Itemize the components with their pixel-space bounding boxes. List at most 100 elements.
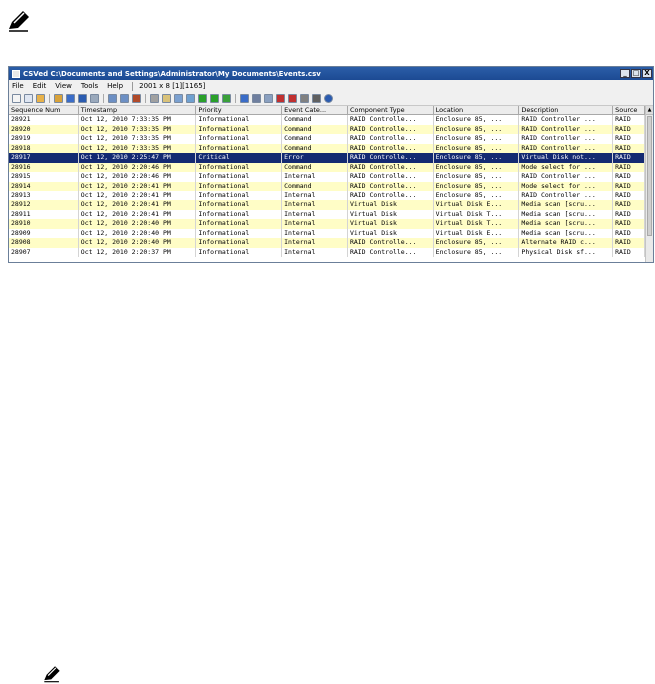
table-cell[interactable]: RAID	[613, 134, 646, 144]
table-cell[interactable]: Oct 12, 2010 2:20:40 PM	[79, 228, 197, 239]
open-icon[interactable]	[54, 94, 63, 103]
table-cell[interactable]: Internal	[282, 190, 348, 201]
maximize-button[interactable]: □	[631, 69, 641, 78]
table-cell[interactable]: 28918	[9, 143, 79, 154]
table-cell[interactable]: Informational	[196, 247, 283, 257]
menu-edit[interactable]: Edit	[33, 82, 47, 90]
column-header[interactable]: Source	[613, 106, 646, 116]
table-cell[interactable]: RAID Controller ...	[519, 143, 614, 154]
table-cell[interactable]: RAID	[613, 209, 646, 220]
scroll-thumb[interactable]	[647, 116, 652, 236]
new-file-icon[interactable]	[12, 94, 21, 103]
columns-icon[interactable]	[264, 94, 273, 103]
table-cell[interactable]: Internal	[282, 238, 348, 248]
table-cell[interactable]: Oct 12, 2010 2:20:41 PM	[79, 209, 197, 220]
table-cell[interactable]: RAID	[613, 200, 646, 210]
table-row[interactable]: 28916 Oct 12, 2010 2:20:46 PM Informationa…	[9, 162, 646, 173]
table-row[interactable]: 28908 Oct 12, 2010 2:20:40 PM Informationa…	[9, 238, 646, 248]
redo-icon[interactable]	[120, 94, 129, 103]
table-cell[interactable]: Internal	[282, 200, 348, 210]
table-cell[interactable]: Critical	[196, 153, 283, 163]
table-cell[interactable]: Command	[282, 181, 348, 191]
table-cell[interactable]: Informational	[196, 219, 283, 229]
paste-icon[interactable]	[162, 94, 171, 103]
table-cell[interactable]: Mode select for ...	[519, 162, 614, 173]
table-cell[interactable]: Oct 12, 2010 2:20:41 PM	[79, 200, 197, 210]
book-icon[interactable]	[132, 94, 141, 103]
table-cell[interactable]: Informational	[196, 200, 283, 210]
table-cell[interactable]: Informational	[196, 172, 283, 182]
table-row[interactable]: 28919 Oct 12, 2010 7:33:35 PM Informationa…	[9, 134, 646, 144]
table-cell[interactable]: RAID Controlle...	[348, 181, 434, 191]
table-cell[interactable]: Virtual Disk	[348, 219, 434, 229]
delete-icon[interactable]	[288, 94, 297, 103]
table-cell[interactable]: Virtual Disk T...	[434, 219, 520, 229]
table-cell[interactable]: Command	[282, 143, 348, 154]
table-cell[interactable]: Virtual Disk T...	[434, 209, 520, 220]
table-cell[interactable]: 28915	[9, 172, 79, 182]
table-row[interactable]: 28912 Oct 12, 2010 2:20:41 PM Informationa…	[9, 200, 646, 210]
table-cell[interactable]: RAID	[613, 238, 646, 248]
table-cell[interactable]: RAID Controlle...	[348, 134, 434, 144]
column-header[interactable]: Event Cate...	[282, 106, 348, 116]
table-cell[interactable]: Oct 12, 2010 2:20:37 PM	[79, 247, 197, 257]
table-cell[interactable]: Oct 12, 2010 2:20:41 PM	[79, 181, 197, 191]
table-cell[interactable]: Alternate RAID c...	[519, 238, 614, 248]
table-cell[interactable]: Command	[282, 124, 348, 135]
table-cell[interactable]: Media scan [scru...	[519, 228, 614, 239]
table-cell[interactable]: Enclosure 85, ...	[434, 134, 520, 144]
export-icon[interactable]	[90, 94, 99, 103]
help-icon[interactable]	[324, 94, 333, 103]
table-cell[interactable]: 28919	[9, 134, 79, 144]
table-cell[interactable]: RAID	[613, 219, 646, 229]
print-icon[interactable]	[78, 94, 87, 103]
table-cell[interactable]: Internal	[282, 209, 348, 220]
table-cell[interactable]: Command	[282, 162, 348, 173]
table-cell[interactable]: RAID Controlle...	[348, 247, 434, 257]
table-cell[interactable]: Virtual Disk not...	[519, 153, 614, 163]
table-cell[interactable]: Enclosure 85, ...	[434, 190, 520, 201]
image-icon[interactable]	[174, 94, 183, 103]
table-cell[interactable]: Informational	[196, 115, 283, 125]
menu-help[interactable]: Help	[107, 82, 123, 90]
table-cell[interactable]: Informational	[196, 124, 283, 135]
table-row[interactable]: 28917 Oct 12, 2010 2:25:47 PM Critical Erro…	[9, 153, 646, 163]
table-cell[interactable]: Informational	[196, 143, 283, 154]
table-row[interactable]: 28909 Oct 12, 2010 2:20:40 PM Informationa…	[9, 228, 646, 239]
table-cell[interactable]: Enclosure 85, ...	[434, 247, 520, 257]
table-cell[interactable]: RAID	[613, 172, 646, 182]
table-cell[interactable]: RAID	[613, 247, 646, 257]
table-cell[interactable]: RAID Controlle...	[348, 124, 434, 135]
table-cell[interactable]: RAID Controlle...	[348, 238, 434, 248]
table-cell[interactable]: RAID	[613, 181, 646, 191]
table-cell[interactable]: Oct 12, 2010 2:20:46 PM	[79, 162, 197, 173]
table-cell[interactable]: RAID	[613, 124, 646, 135]
table-row[interactable]: 28907 Oct 12, 2010 2:20:37 PM Informationa…	[9, 247, 646, 257]
grid-icon[interactable]	[312, 94, 321, 103]
table-cell[interactable]: Command	[282, 134, 348, 144]
table-cell[interactable]: 28912	[9, 200, 79, 210]
table-cell[interactable]: 28907	[9, 247, 79, 257]
swap-icon[interactable]	[186, 94, 195, 103]
table-cell[interactable]: RAID	[613, 115, 646, 125]
cut-icon[interactable]	[150, 94, 159, 103]
table-cell[interactable]: Informational	[196, 181, 283, 191]
table-cell[interactable]: Oct 12, 2010 2:20:40 PM	[79, 219, 197, 229]
table-cell[interactable]: RAID Controller ...	[519, 115, 614, 125]
table-cell[interactable]: Mode select for ...	[519, 181, 614, 191]
table-cell[interactable]: RAID Controlle...	[348, 162, 434, 173]
table-cell[interactable]: Enclosure 85, ...	[434, 172, 520, 182]
table-cell[interactable]: RAID	[613, 143, 646, 154]
check-icon[interactable]	[198, 94, 207, 103]
table-cell[interactable]: RAID	[613, 228, 646, 239]
table-cell[interactable]: 28916	[9, 162, 79, 173]
table-cell[interactable]: Physical Disk sf...	[519, 247, 614, 257]
table-cell[interactable]: 28908	[9, 238, 79, 248]
table-cell[interactable]: 28911	[9, 209, 79, 220]
table-cell[interactable]: RAID Controlle...	[348, 190, 434, 201]
table-cell[interactable]: Virtual Disk E...	[434, 200, 520, 210]
table-cell[interactable]: Informational	[196, 228, 283, 239]
save-icon[interactable]	[66, 94, 75, 103]
table-cell[interactable]: Informational	[196, 190, 283, 201]
column-header[interactable]: Sequence Num	[9, 106, 79, 116]
